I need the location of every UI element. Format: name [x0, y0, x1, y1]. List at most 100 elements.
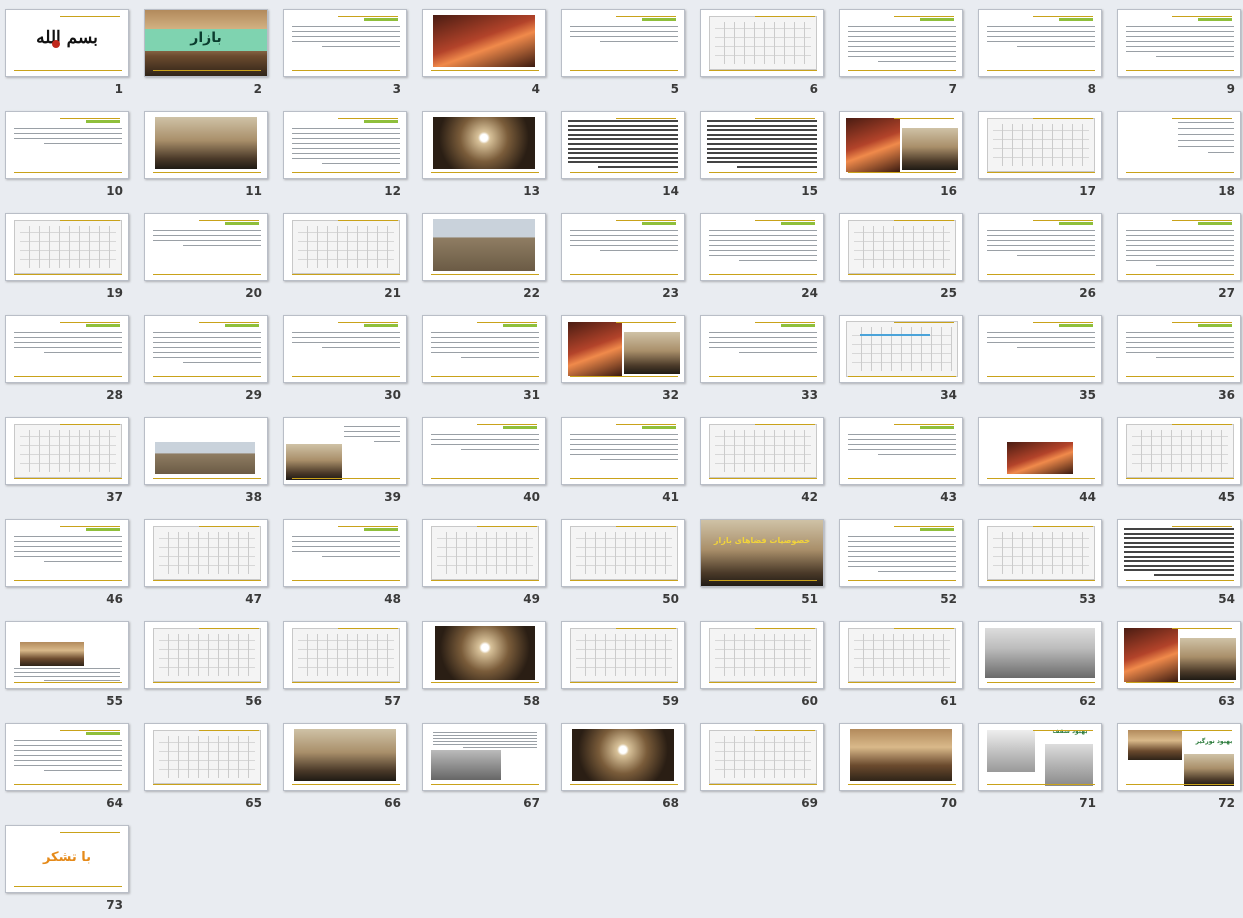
slide-thumbnail[interactable] [5, 315, 129, 383]
slide-thumbnail[interactable] [1117, 111, 1241, 179]
slide-thumbnail[interactable]: بسم الله [5, 9, 129, 77]
slide-number: 25 [940, 286, 957, 300]
slide-thumbnail[interactable] [839, 111, 963, 179]
slide-thumbnail[interactable] [1117, 213, 1241, 281]
slide-thumbnail[interactable] [978, 9, 1102, 77]
slide-thumbnail[interactable] [422, 417, 546, 485]
slide-thumbnail[interactable] [1117, 519, 1241, 587]
slide-thumbnail[interactable] [561, 111, 685, 179]
text-line [1124, 541, 1234, 544]
slide-cell: 39 [279, 408, 418, 510]
slide-thumbnail[interactable]: بهبود نورگیر [1117, 723, 1241, 791]
slide-thumbnail[interactable]: بازار [144, 9, 268, 77]
slide-thumbnail[interactable] [283, 417, 407, 485]
slide-thumbnail[interactable] [5, 417, 129, 485]
slide-cell: 23 [557, 204, 696, 306]
slide-number: 9 [1226, 82, 1235, 96]
text-line [433, 738, 537, 739]
cover-title: بازار [190, 30, 222, 46]
slide-thumbnail[interactable] [5, 213, 129, 281]
slide-thumbnail[interactable] [422, 9, 546, 77]
slide-thumbnail[interactable]: بهبود سقف [978, 723, 1102, 791]
slide-thumbnail[interactable] [839, 315, 963, 383]
slide-thumbnail[interactable] [561, 519, 685, 587]
text-line [568, 156, 678, 159]
slide-thumbnail[interactable] [561, 213, 685, 281]
photo-image [433, 117, 535, 169]
overlay-title: خصوصیات فضاهای بازار [713, 536, 811, 545]
slide-thumbnail[interactable] [283, 111, 407, 179]
slide-thumbnail[interactable] [144, 519, 268, 587]
slide-number: 3 [392, 82, 401, 96]
slide-thumbnail[interactable] [144, 621, 268, 689]
slide-thumbnail[interactable] [839, 213, 963, 281]
slide-thumbnail[interactable] [700, 111, 824, 179]
slide-thumbnail[interactable] [422, 111, 546, 179]
slide-thumbnail[interactable] [561, 315, 685, 383]
plan-drawing [431, 526, 539, 580]
slide-thumbnail[interactable] [283, 213, 407, 281]
slide-thumbnail[interactable] [422, 519, 546, 587]
accent-topline [60, 424, 120, 425]
slide-cell: 45 [1113, 408, 1243, 510]
slide-thumbnail[interactable] [5, 111, 129, 179]
text-line [707, 161, 817, 164]
slide-thumbnail[interactable] [5, 621, 129, 689]
slide-thumbnail[interactable] [144, 213, 268, 281]
slide-thumbnail[interactable] [283, 621, 407, 689]
slide-thumbnail[interactable] [1117, 621, 1241, 689]
slide-thumbnail[interactable] [144, 315, 268, 383]
slide-thumbnail[interactable] [144, 417, 268, 485]
slide-thumbnail[interactable] [839, 723, 963, 791]
text-line [848, 541, 956, 542]
slide-thumbnail[interactable] [1117, 417, 1241, 485]
slide-thumbnail[interactable] [700, 9, 824, 77]
slide-thumbnail[interactable] [144, 723, 268, 791]
slide-thumbnail[interactable] [839, 519, 963, 587]
slide-thumbnail[interactable] [978, 519, 1102, 587]
slide-thumbnail[interactable] [5, 723, 129, 791]
slide-thumbnail[interactable] [700, 315, 824, 383]
text-line [1017, 255, 1095, 256]
accent-underline [987, 70, 1095, 71]
text-line [568, 133, 678, 136]
slide-thumbnail[interactable] [422, 621, 546, 689]
slide-thumbnail[interactable] [978, 315, 1102, 383]
slide-thumbnail[interactable] [978, 621, 1102, 689]
slide-thumbnail[interactable]: با تشکر [5, 825, 129, 893]
slide-thumbnail[interactable] [144, 111, 268, 179]
slide-cell: 19 [1, 204, 140, 306]
slide-thumbnail[interactable] [700, 213, 824, 281]
slide-thumbnail[interactable] [422, 723, 546, 791]
slide-thumbnail[interactable] [561, 417, 685, 485]
slide-number: 63 [1218, 694, 1235, 708]
slide-thumbnail[interactable] [839, 9, 963, 77]
accent-underline [1126, 376, 1234, 377]
slide-thumbnail[interactable] [422, 315, 546, 383]
slide-thumbnail[interactable] [700, 417, 824, 485]
accent-underline [292, 376, 400, 377]
slide-heading [920, 528, 954, 531]
slide-thumbnail[interactable] [283, 315, 407, 383]
slide-thumbnail[interactable] [978, 111, 1102, 179]
slide-thumbnail[interactable] [283, 519, 407, 587]
slide-thumbnail[interactable] [561, 723, 685, 791]
slide-thumbnail[interactable] [978, 417, 1102, 485]
text-line [848, 31, 956, 32]
slide-heading [364, 324, 398, 327]
slide-thumbnail[interactable] [1117, 315, 1241, 383]
slide-thumbnail[interactable] [839, 417, 963, 485]
slide-thumbnail[interactable] [1117, 9, 1241, 77]
slide-thumbnail[interactable] [700, 723, 824, 791]
text-line [1126, 26, 1234, 27]
slide-thumbnail[interactable] [422, 213, 546, 281]
slide-thumbnail[interactable] [561, 9, 685, 77]
slide-thumbnail[interactable] [561, 621, 685, 689]
slide-thumbnail[interactable] [978, 213, 1102, 281]
slide-thumbnail[interactable] [839, 621, 963, 689]
slide-thumbnail[interactable] [5, 519, 129, 587]
slide-thumbnail[interactable] [283, 9, 407, 77]
slide-thumbnail[interactable] [283, 723, 407, 791]
slide-thumbnail[interactable]: خصوصیات فضاهای بازار [700, 519, 824, 587]
slide-thumbnail[interactable] [700, 621, 824, 689]
